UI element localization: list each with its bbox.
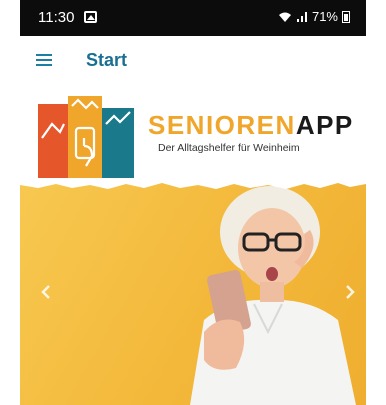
- app-screen: 11:30 71% Start SENIORENAPP Der Alltagsh…: [20, 0, 366, 405]
- brand-name-part-a: SENIOREN: [148, 110, 296, 140]
- chevron-left-icon[interactable]: [36, 282, 56, 302]
- image-notification-icon: [84, 11, 97, 23]
- brand-name-part-b: APP: [295, 110, 354, 140]
- wifi-icon: [278, 12, 291, 22]
- status-bar: 11:30 71%: [20, 0, 366, 36]
- status-indicators: 71%: [278, 9, 350, 24]
- page-title: Start: [86, 50, 128, 70]
- brand-banner: SENIORENAPP Der Alltagshelfer für Weinhe…: [20, 86, 366, 186]
- battery-percentage: 71%: [311, 9, 338, 24]
- brand-tagline: Der Alltagshelfer für Weinheim: [158, 142, 300, 154]
- senior-woman-with-phone-image: [190, 186, 356, 405]
- torn-paper-edge: [20, 178, 366, 189]
- chevron-right-icon[interactable]: [340, 282, 360, 302]
- hero-carousel[interactable]: [20, 182, 366, 405]
- seniorenapp-logo-icon: [38, 96, 134, 178]
- hamburger-menu-icon[interactable]: [34, 50, 56, 70]
- battery-icon: [342, 10, 350, 23]
- signal-icon: [296, 11, 307, 22]
- brand-name: SENIORENAPP: [148, 110, 354, 141]
- app-bar: Start: [20, 36, 366, 86]
- status-time: 11:30: [38, 9, 75, 26]
